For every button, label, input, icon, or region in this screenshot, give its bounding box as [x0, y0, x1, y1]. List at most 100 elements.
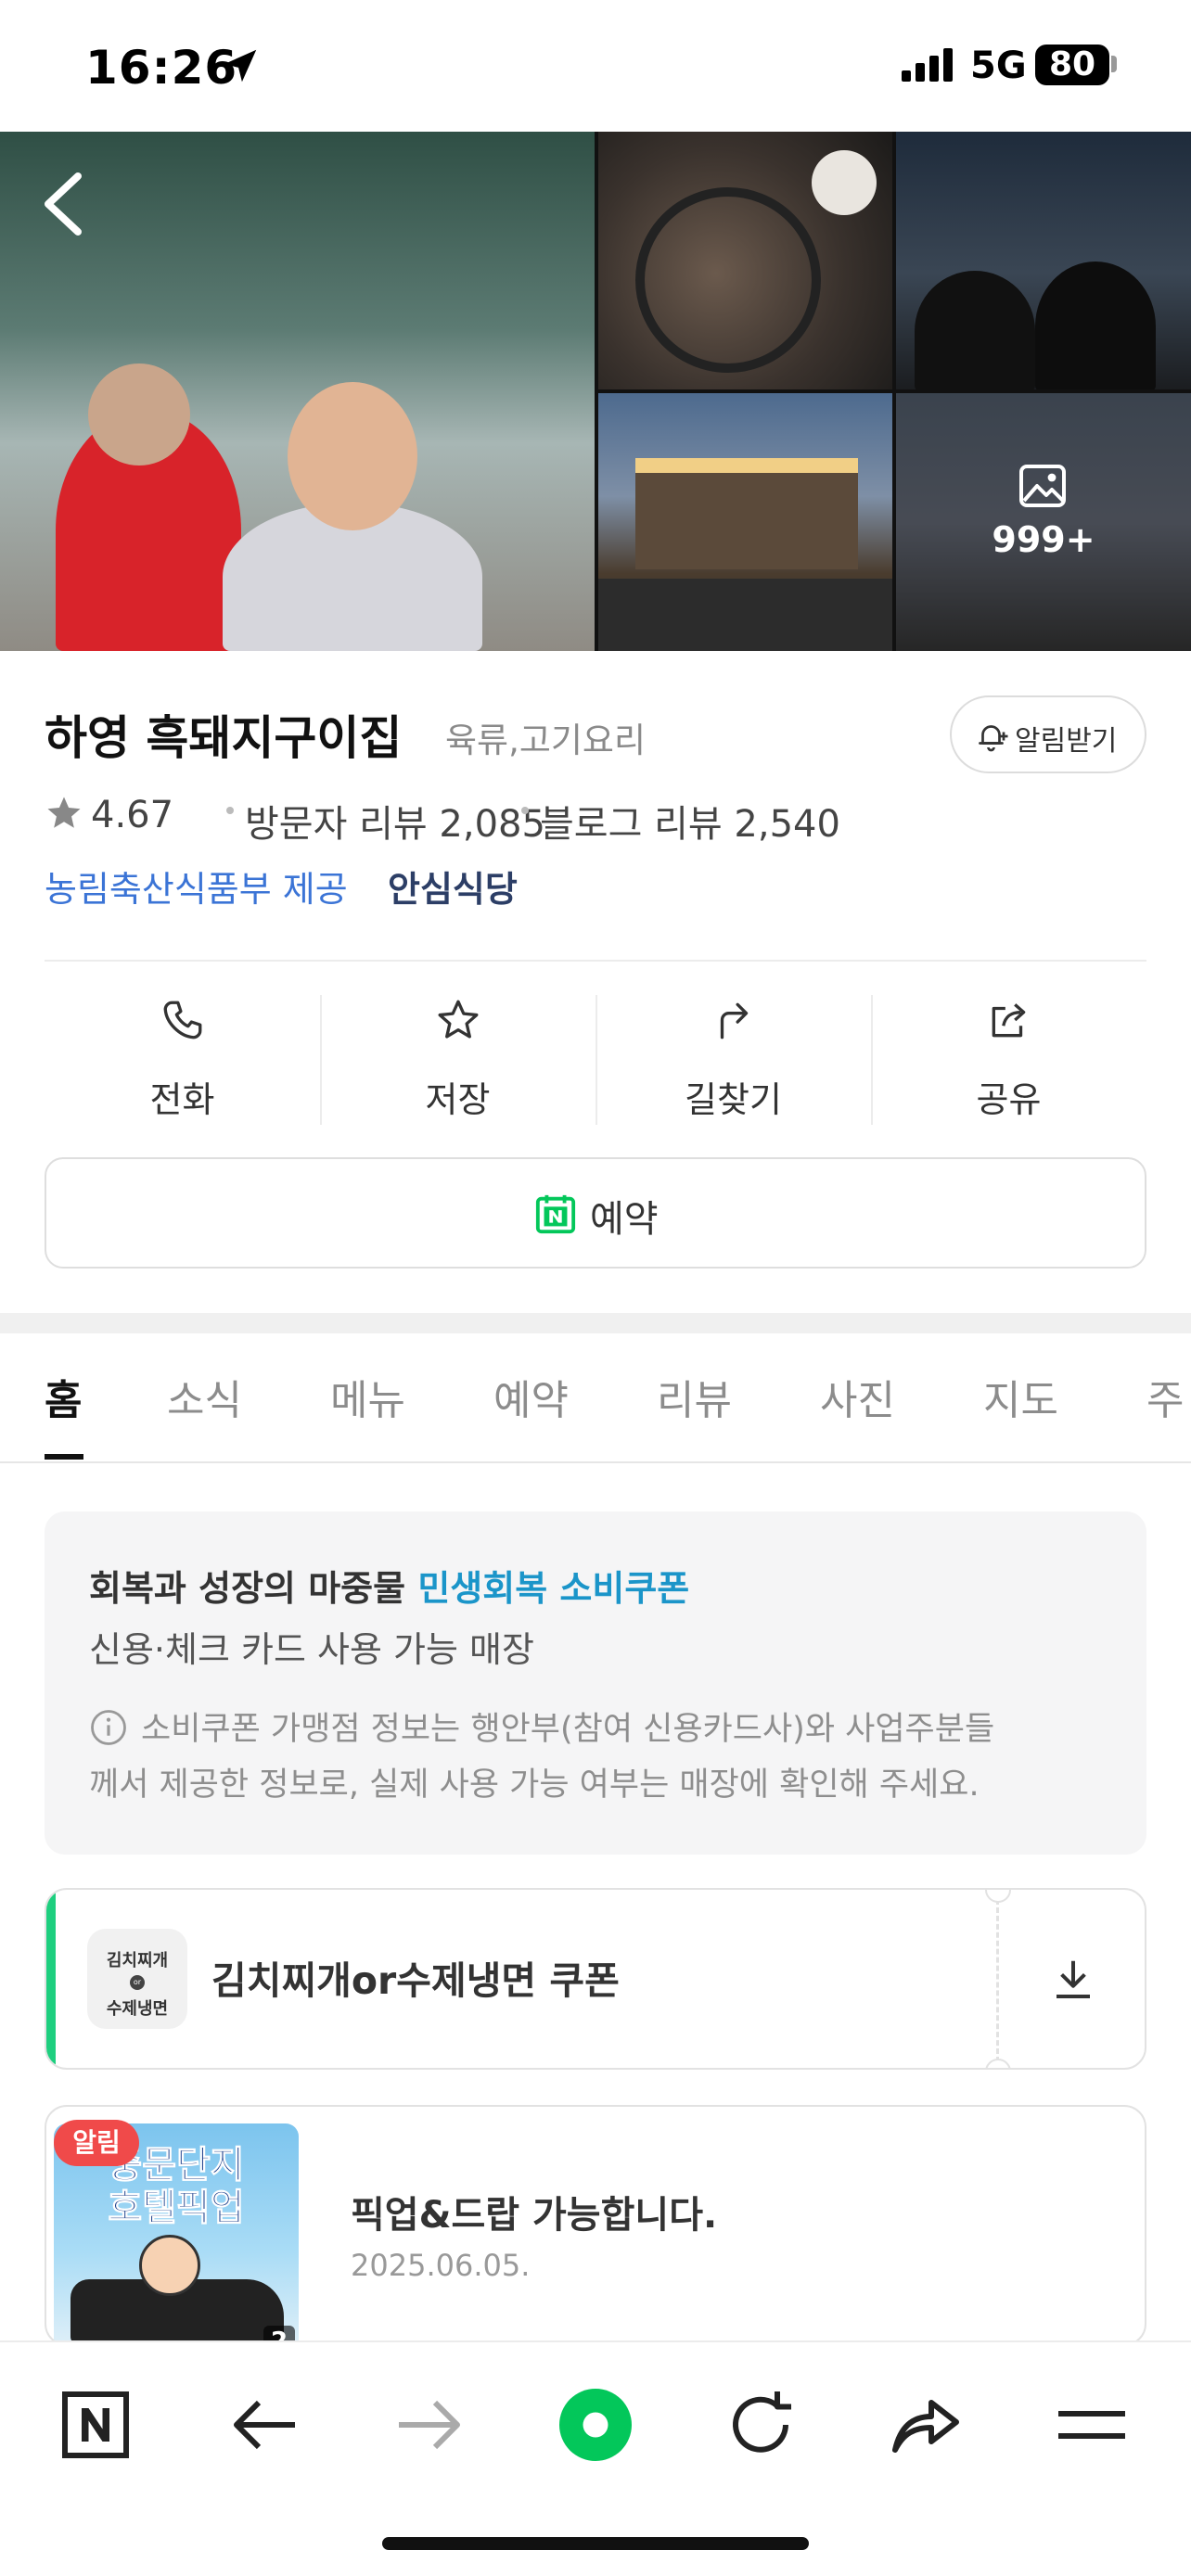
share-icon	[992, 1003, 1026, 1038]
directions-button[interactable]: 길찾기	[596, 988, 871, 1136]
coupon-perforation	[996, 1899, 999, 2062]
tab-more[interactable]: 주	[1146, 1367, 1184, 1426]
call-button[interactable]: 전화	[45, 988, 320, 1136]
people-photo[interactable]: my	[896, 132, 1191, 389]
signal-icon	[902, 48, 953, 82]
side-dish-shape	[812, 150, 877, 215]
more-photos-count: 999+	[992, 519, 1095, 560]
save-label: 저장	[425, 1079, 491, 1120]
voucher-note-line1: 소비쿠폰 가맹점 정보는 행안부(참여 신용카드사)와 사업주분들	[141, 1711, 995, 1748]
safe-restaurant-label: 안심식당	[388, 869, 518, 910]
rating-star-icon	[47, 797, 81, 828]
coupon-thumbnail: 김치찌개 or 수제냉면	[87, 1929, 187, 2029]
share-arrow-icon[interactable]	[884, 2383, 967, 2467]
save-button[interactable]: 저장	[320, 988, 596, 1136]
photo-gallery: my 999+	[0, 132, 1191, 651]
refresh-icon[interactable]	[719, 2383, 802, 2467]
tab-map[interactable]: 지도	[983, 1367, 1058, 1426]
coupon-thumb-mid: or	[130, 1975, 145, 1990]
back-icon[interactable]	[37, 169, 89, 239]
alarm-label: 알림받기	[1015, 725, 1118, 758]
news-badge: 알림	[54, 2120, 139, 2166]
news-date: 2025.06.05.	[351, 2248, 531, 2283]
tab-home[interactable]: 홈	[45, 1367, 82, 1426]
coupon-notch	[985, 1890, 1011, 1903]
visitor-reviews-link[interactable]: 방문자 리뷰 2,085	[245, 794, 545, 848]
tab-news[interactable]: 소식	[167, 1367, 242, 1426]
bell-plus-icon	[979, 725, 1008, 752]
driver-illustration	[139, 2235, 200, 2296]
person-silhouette	[88, 363, 190, 465]
directions-icon	[720, 1002, 749, 1039]
news-card[interactable]: 중문단지 호텔픽업 2 알림 픽업&드랍 가능합니다. 2025.06.05.	[45, 2105, 1146, 2346]
place-category: 육류,고기요리	[445, 721, 647, 760]
info-icon	[91, 1710, 126, 1745]
section-divider	[0, 1313, 1191, 1333]
reserve-button[interactable]: 예약	[45, 1157, 1146, 1269]
tab-menu[interactable]: 메뉴	[330, 1367, 405, 1426]
place-header: 하영 흑돼지구이집 육류,고기요리 알림받기	[45, 695, 1148, 773]
person-silhouette	[915, 271, 1035, 389]
voucher-info-box: 회복과 성장의 마중물 민생회복 소비쿠폰 신용·체크 카드 사용 가능 매장 …	[45, 1511, 1146, 1855]
grill-shape	[635, 187, 821, 373]
tab-bar: 홈 소식 메뉴 예약 리뷰 사진 지도 주	[0, 1333, 1191, 1463]
news-title: 픽업&드랍 가능합니다.	[351, 2194, 718, 2237]
image-icon	[1019, 465, 1066, 507]
download-icon[interactable]	[1048, 1955, 1098, 2005]
building-lights	[635, 458, 858, 473]
star-icon	[438, 1000, 479, 1039]
home-indicator[interactable]	[382, 2537, 809, 2550]
parking-lot	[598, 579, 892, 651]
battery-tip	[1111, 56, 1117, 72]
phone-icon	[163, 1001, 202, 1039]
network-type: 5G	[970, 45, 1027, 87]
building-shape	[635, 458, 858, 569]
back-arrow-icon[interactable]	[223, 2383, 306, 2467]
coupon-name: 김치찌개or수제냉면 쿠폰	[211, 1958, 620, 2003]
reserve-label: 예약	[590, 1198, 659, 1241]
share-label: 공유	[976, 1079, 1042, 1120]
green-dot-icon[interactable]	[554, 2383, 637, 2467]
menu-icon[interactable]	[1050, 2383, 1133, 2467]
directions-label: 길찾기	[685, 1079, 782, 1120]
alarm-button[interactable]: 알림받기	[950, 695, 1146, 773]
blog-reviews-link[interactable]: 블로그 리뷰 2,540	[540, 794, 840, 848]
voucher-note-line2: 께서 제공한 정보로, 실제 사용 가능 여부는 매장에 확인해 주세요.	[89, 1766, 980, 1804]
tab-review[interactable]: 리뷰	[657, 1367, 732, 1426]
voucher-title-prefix: 회복과 성장의 마중물	[89, 1568, 406, 1609]
main-photo[interactable]	[0, 132, 595, 651]
tab-reserve[interactable]: 예약	[493, 1367, 569, 1426]
voucher-title-highlight: 민생회복 소비쿠폰	[417, 1568, 690, 1609]
more-photos[interactable]: 999+	[896, 393, 1191, 651]
coupon-thumb-top: 김치찌개	[106, 1951, 169, 1970]
status-bar: 16:26 5G 80	[0, 0, 1191, 132]
forward-arrow-icon[interactable]	[388, 2383, 471, 2467]
battery-indicator: 80	[1035, 45, 1109, 85]
share-button[interactable]: 공유	[871, 988, 1146, 1136]
status-time: 16:26	[85, 41, 238, 95]
place-name: 하영 흑돼지구이집	[45, 711, 403, 765]
grill-photo[interactable]	[598, 132, 892, 389]
naver-calendar-icon	[535, 1194, 576, 1234]
rating-score: 4.67	[91, 794, 174, 836]
coupon-accent	[46, 1890, 56, 2068]
coupon-notch	[985, 2059, 1011, 2068]
coupon-thumb-bottom: 수제냉면	[106, 1999, 169, 2019]
call-label: 전화	[149, 1079, 215, 1120]
person-silhouette	[1035, 261, 1156, 389]
voucher-subtitle: 신용·체크 카드 사용 가능 매장	[89, 1629, 534, 1670]
news-thumb-line2: 호텔픽업	[108, 2187, 245, 2230]
provider-text: 농림축산식품부 제공	[45, 869, 348, 910]
location-arrow-icon	[224, 49, 257, 83]
naver-home-icon[interactable]	[54, 2383, 137, 2467]
divider	[45, 960, 1146, 962]
action-bar: 전화 저장 길찾기 공유	[45, 988, 1146, 1136]
voucher-title: 회복과 성장의 마중물 민생회복 소비쿠폰	[89, 1560, 689, 1611]
building-photo[interactable]	[598, 393, 892, 651]
separator-dot	[226, 807, 234, 814]
separator-dot	[521, 807, 529, 814]
coupon-card[interactable]: 김치찌개 or 수제냉면 김치찌개or수제냉면 쿠폰	[45, 1888, 1146, 2070]
person-silhouette	[288, 382, 417, 530]
tab-photo[interactable]: 사진	[820, 1367, 895, 1426]
active-tab-indicator	[45, 1454, 83, 1460]
